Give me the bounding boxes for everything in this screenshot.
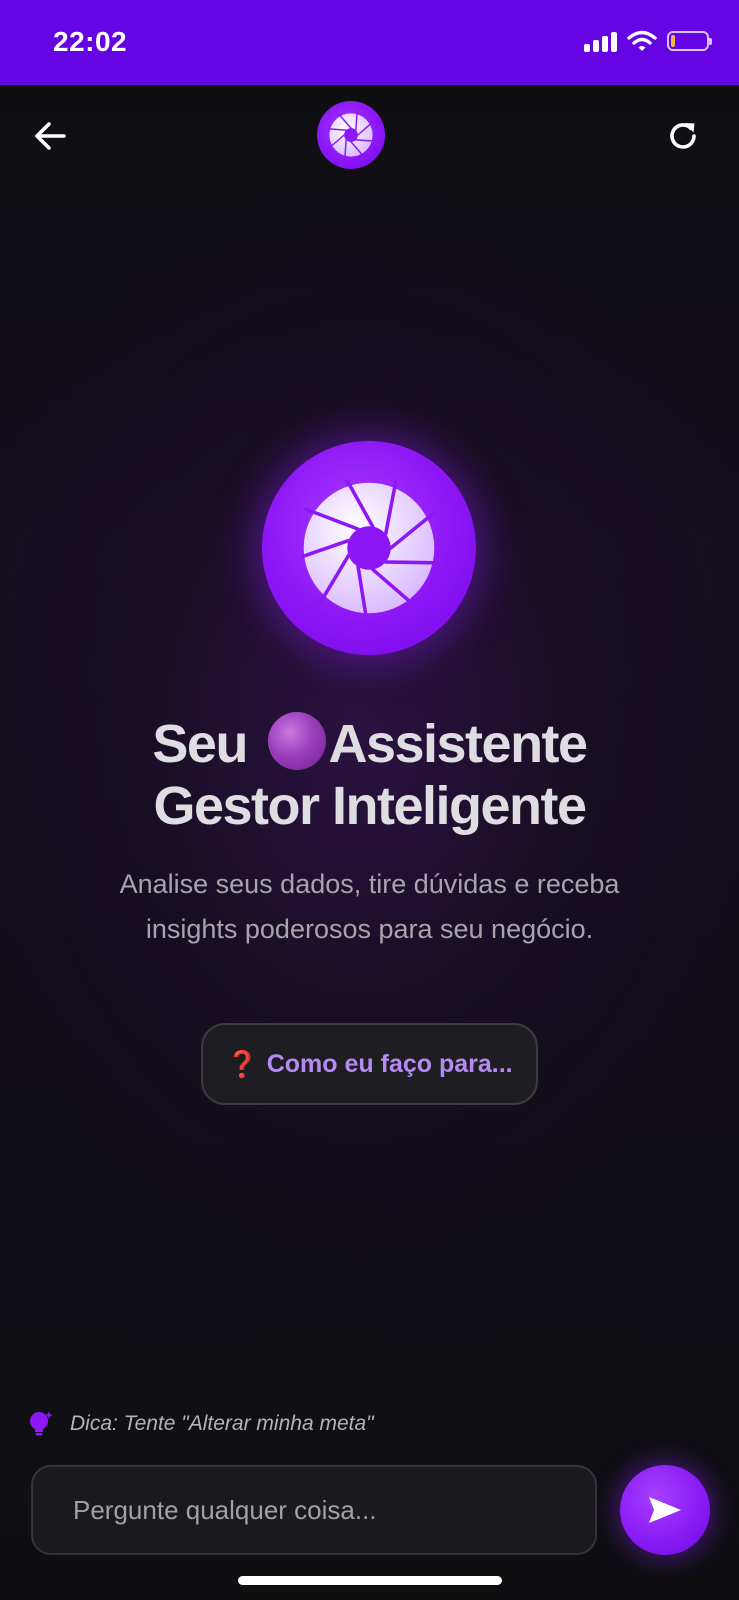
aperture-logo-icon bbox=[301, 480, 437, 616]
send-icon bbox=[649, 1497, 681, 1523]
status-bar: 22:02 bbox=[0, 0, 739, 85]
tip-text: Dica: Tente "Alterar minha meta" bbox=[70, 1412, 374, 1435]
signal-icon bbox=[584, 30, 617, 52]
purple-circle-emoji bbox=[268, 712, 327, 770]
chat-input[interactable] bbox=[31, 1465, 597, 1555]
status-icons bbox=[584, 30, 712, 52]
header-logo bbox=[317, 101, 385, 169]
home-indicator bbox=[238, 1576, 502, 1585]
question-mark-icon: ❓ bbox=[226, 1048, 259, 1079]
hero-title-part1: Seu bbox=[152, 714, 261, 774]
wifi-icon bbox=[627, 30, 657, 51]
refresh-button[interactable] bbox=[657, 110, 709, 162]
refresh-icon bbox=[670, 123, 696, 149]
suggestion-chip-label: Como eu faço para... bbox=[266, 1049, 513, 1078]
battery-icon bbox=[667, 31, 712, 51]
hero-subtitle: Analise seus dados, tire dúvidas e receb… bbox=[119, 869, 620, 944]
hero-title: Seu Assistente Gestor Inteligente bbox=[0, 712, 739, 837]
tip-row: Dica: Tente "Alterar minha meta" bbox=[28, 1410, 374, 1438]
hero-title-part2: Assistente bbox=[328, 714, 588, 774]
battery-level bbox=[671, 35, 675, 47]
suggestion-chip[interactable]: ❓ Como eu faço para... bbox=[201, 1023, 538, 1105]
hero-title-line-1: Seu Assistente bbox=[0, 712, 739, 775]
status-time: 22:02 bbox=[53, 26, 128, 57]
aperture-logo-icon bbox=[328, 112, 374, 158]
arrow-left-icon bbox=[35, 122, 66, 150]
back-button[interactable] bbox=[24, 110, 76, 162]
send-button[interactable] bbox=[620, 1465, 710, 1555]
chat-screen bbox=[0, 85, 739, 1600]
lightbulb-icon bbox=[30, 1411, 53, 1436]
hero-logo bbox=[262, 441, 476, 655]
hero-title-line-2: Gestor Inteligente bbox=[153, 776, 587, 836]
